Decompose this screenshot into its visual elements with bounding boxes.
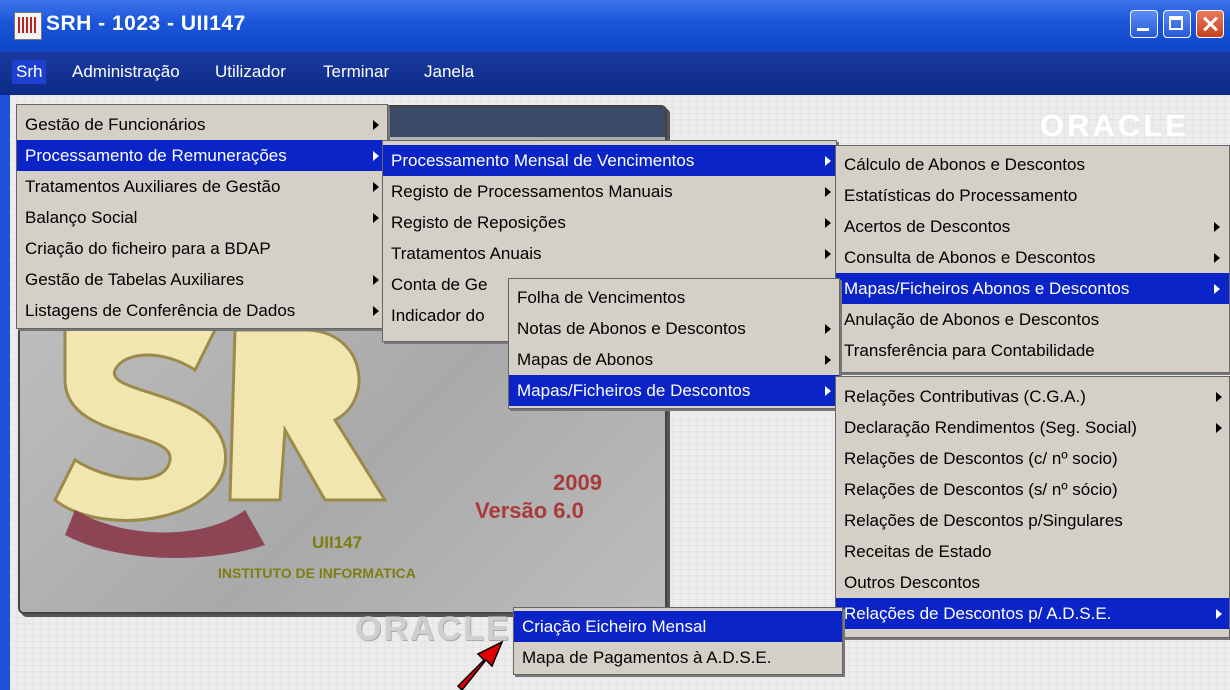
menu-item-calculo-abonos[interactable]: Cálculo de Abonos e Descontos (836, 149, 1229, 180)
submenu-arrow-icon (373, 213, 379, 223)
menu-item-tratamentos-auxiliares[interactable]: Tratamentos Auxiliares de Gestão (17, 171, 387, 202)
submenu-arrow-icon (1216, 423, 1222, 433)
menu-item-anulacao-abonos[interactable]: Anulação de Abonos e Descontos (836, 304, 1229, 335)
submenu-arrow-icon (825, 355, 831, 365)
submenu-arrow-icon (1214, 284, 1220, 294)
menu-item-criacao-ficheiro-bdap[interactable]: Criação do ficheiro para a BDAP (17, 233, 387, 264)
submenu-arrow-icon (1214, 253, 1220, 263)
menu-utilizador[interactable]: Utilizador (215, 62, 286, 82)
menu-item-transferencia-contabilidade[interactable]: Transferência para Contabilidade (836, 335, 1229, 366)
submenu-arrow-icon (373, 306, 379, 316)
menu-item-criacao-ficheiro-mensal[interactable]: Criação Eicheiro Mensal (514, 611, 842, 642)
menu-item-relacoes-descontos-adse[interactable]: Relações de Descontos p/ A.D.S.E. (836, 598, 1229, 629)
title-bar[interactable]: SRH - 1023 - UII147 (0, 0, 1230, 53)
menu-item-relacoes-descontos-singulares[interactable]: Relações de Descontos p/Singulares (836, 505, 1229, 536)
window-left-border (0, 95, 10, 690)
menu-item-outros-descontos[interactable]: Outros Descontos (836, 567, 1229, 598)
menu-item-gestao-tabelas[interactable]: Gestão de Tabelas Auxiliares (17, 264, 387, 295)
submenu-arrow-icon (825, 386, 831, 396)
menu-janela[interactable]: Janela (424, 62, 474, 82)
menu-item-declaracao-rendimentos[interactable]: Declaração Rendimentos (Seg. Social) (836, 412, 1229, 443)
menu-item-relacoes-descontos-com-socio[interactable]: Relações de Descontos (c/ nº socio) (836, 443, 1229, 474)
submenu-arrow-icon (825, 218, 831, 228)
menu-administracao[interactable]: Administração (72, 62, 180, 82)
minimize-icon[interactable] (1130, 10, 1158, 38)
menu-item-mapas-ficheiros-descontos[interactable]: Mapas/Ficheiros de Descontos (509, 375, 839, 406)
menu-item-mapas-ficheiros-abonos[interactable]: Mapas/Ficheiros Abonos e Descontos (836, 273, 1229, 304)
splash-version: Versão 6.0 (475, 498, 584, 523)
submenu-arrow-icon (1216, 609, 1222, 619)
menu-bar: Srh Administração Utilizador Terminar Ja… (0, 52, 1230, 143)
menu-item-mapa-pagamentos-adse[interactable]: Mapa de Pagamentos à A.D.S.E. (514, 642, 842, 673)
menu-item-consulta-abonos[interactable]: Consulta de Abonos e Descontos (836, 242, 1229, 273)
maximize-icon[interactable] (1163, 10, 1191, 38)
submenu-arrow-icon (1216, 392, 1222, 402)
menu-item-estatisticas-processamento[interactable]: Estatísticas do Processamento (836, 180, 1229, 211)
menu-item-registo-processamentos-manuais[interactable]: Registo de Processamentos Manuais (383, 176, 836, 207)
srh-dropdown-menu: Gestão de Funcionários Processamento de … (16, 104, 388, 329)
mapas-ficheiros-submenu: Folha de Vencimentos Notas de Abonos e D… (508, 278, 840, 409)
submenu-arrow-icon (825, 156, 831, 166)
menu-item-notas-abonos[interactable]: Notas de Abonos e Descontos (509, 313, 839, 344)
menu-item-balanco-social[interactable]: Balanço Social (17, 202, 387, 233)
close-icon[interactable] (1196, 10, 1224, 38)
oracle-logo: ORACLE (1040, 108, 1189, 143)
app-icon[interactable] (14, 12, 42, 40)
splash-unit-code: UII147 (312, 533, 363, 552)
menu-item-mapas-abonos[interactable]: Mapas de Abonos (509, 344, 839, 375)
menu-item-gestao-funcionarios[interactable]: Gestão de Funcionários (17, 109, 387, 140)
submenu-arrow-icon (825, 187, 831, 197)
splash-unit-name: INSTITUTO DE INFORMATICA (218, 565, 416, 581)
submenu-arrow-icon (373, 120, 379, 130)
submenu-arrow-icon (373, 182, 379, 192)
menu-item-processamento-mensal[interactable]: Processamento Mensal de Vencimentos (383, 145, 836, 176)
adse-submenu: Criação Eicheiro Mensal Mapa de Pagament… (513, 607, 843, 675)
menu-item-folha-vencimentos[interactable]: Folha de Vencimentos (509, 282, 839, 313)
red-arrow-pointer-icon (456, 640, 504, 690)
menu-srh[interactable]: Srh (12, 60, 47, 84)
splash-year: 2009 (553, 470, 602, 495)
submenu-arrow-icon (825, 249, 831, 259)
menu-terminar[interactable]: Terminar (323, 62, 389, 82)
processamento-mensal-submenu: Cálculo de Abonos e Descontos Estatístic… (835, 145, 1230, 373)
menu-item-receitas-estado[interactable]: Receitas de Estado (836, 536, 1229, 567)
submenu-arrow-icon (373, 275, 379, 285)
menu-item-acertos-descontos[interactable]: Acertos de Descontos (836, 211, 1229, 242)
submenu-arrow-icon (825, 324, 831, 334)
menu-item-relacoes-contributivas[interactable]: Relações Contributivas (C.G.A.) (836, 381, 1229, 412)
menu-item-relacoes-descontos-sem-socio[interactable]: Relações de Descontos (s/ nº sócio) (836, 474, 1229, 505)
submenu-arrow-icon (1214, 222, 1220, 232)
application-window: SRH - 1023 - UII147 Srh Administração Ut… (0, 0, 1230, 690)
submenu-arrow-icon (373, 151, 379, 161)
descontos-submenu: Relações Contributivas (C.G.A.) Declaraç… (835, 376, 1230, 638)
menu-item-listagens-conferencia[interactable]: Listagens de Conferência de Dados (17, 295, 387, 326)
menu-item-tratamentos-anuais[interactable]: Tratamentos Anuais (383, 238, 836, 269)
window-title: SRH - 1023 - UII147 (46, 12, 246, 35)
menu-item-processamento-remuneracoes[interactable]: Processamento de Remunerações (17, 140, 387, 171)
menu-item-registo-reposicoes[interactable]: Registo de Reposições (383, 207, 836, 238)
